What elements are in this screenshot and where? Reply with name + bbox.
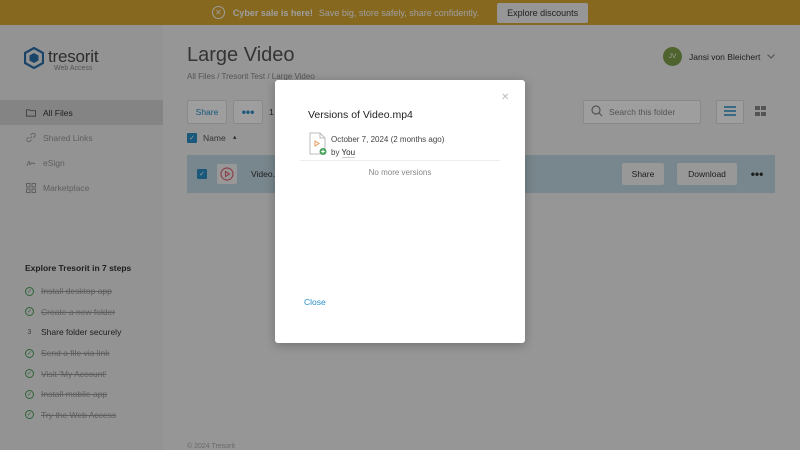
version-author-name: You xyxy=(341,148,356,158)
version-date: October 7, 2024 (2 months ago) xyxy=(331,135,445,144)
divider xyxy=(300,160,500,161)
version-by-prefix: by xyxy=(331,148,340,157)
close-button[interactable]: Close xyxy=(304,297,326,307)
file-version-icon xyxy=(309,132,327,155)
dialog-title: Versions of Video.mp4 xyxy=(308,109,413,121)
close-icon[interactable]: ✕ xyxy=(501,92,509,103)
no-more-versions-text: No more versions xyxy=(368,168,432,177)
version-author: by You xyxy=(331,148,444,158)
versions-dialog: ✕ Versions of Video.mp4 October 7, 2024 … xyxy=(275,80,525,343)
version-item: October 7, 2024 (2 months ago) by You xyxy=(309,132,445,158)
